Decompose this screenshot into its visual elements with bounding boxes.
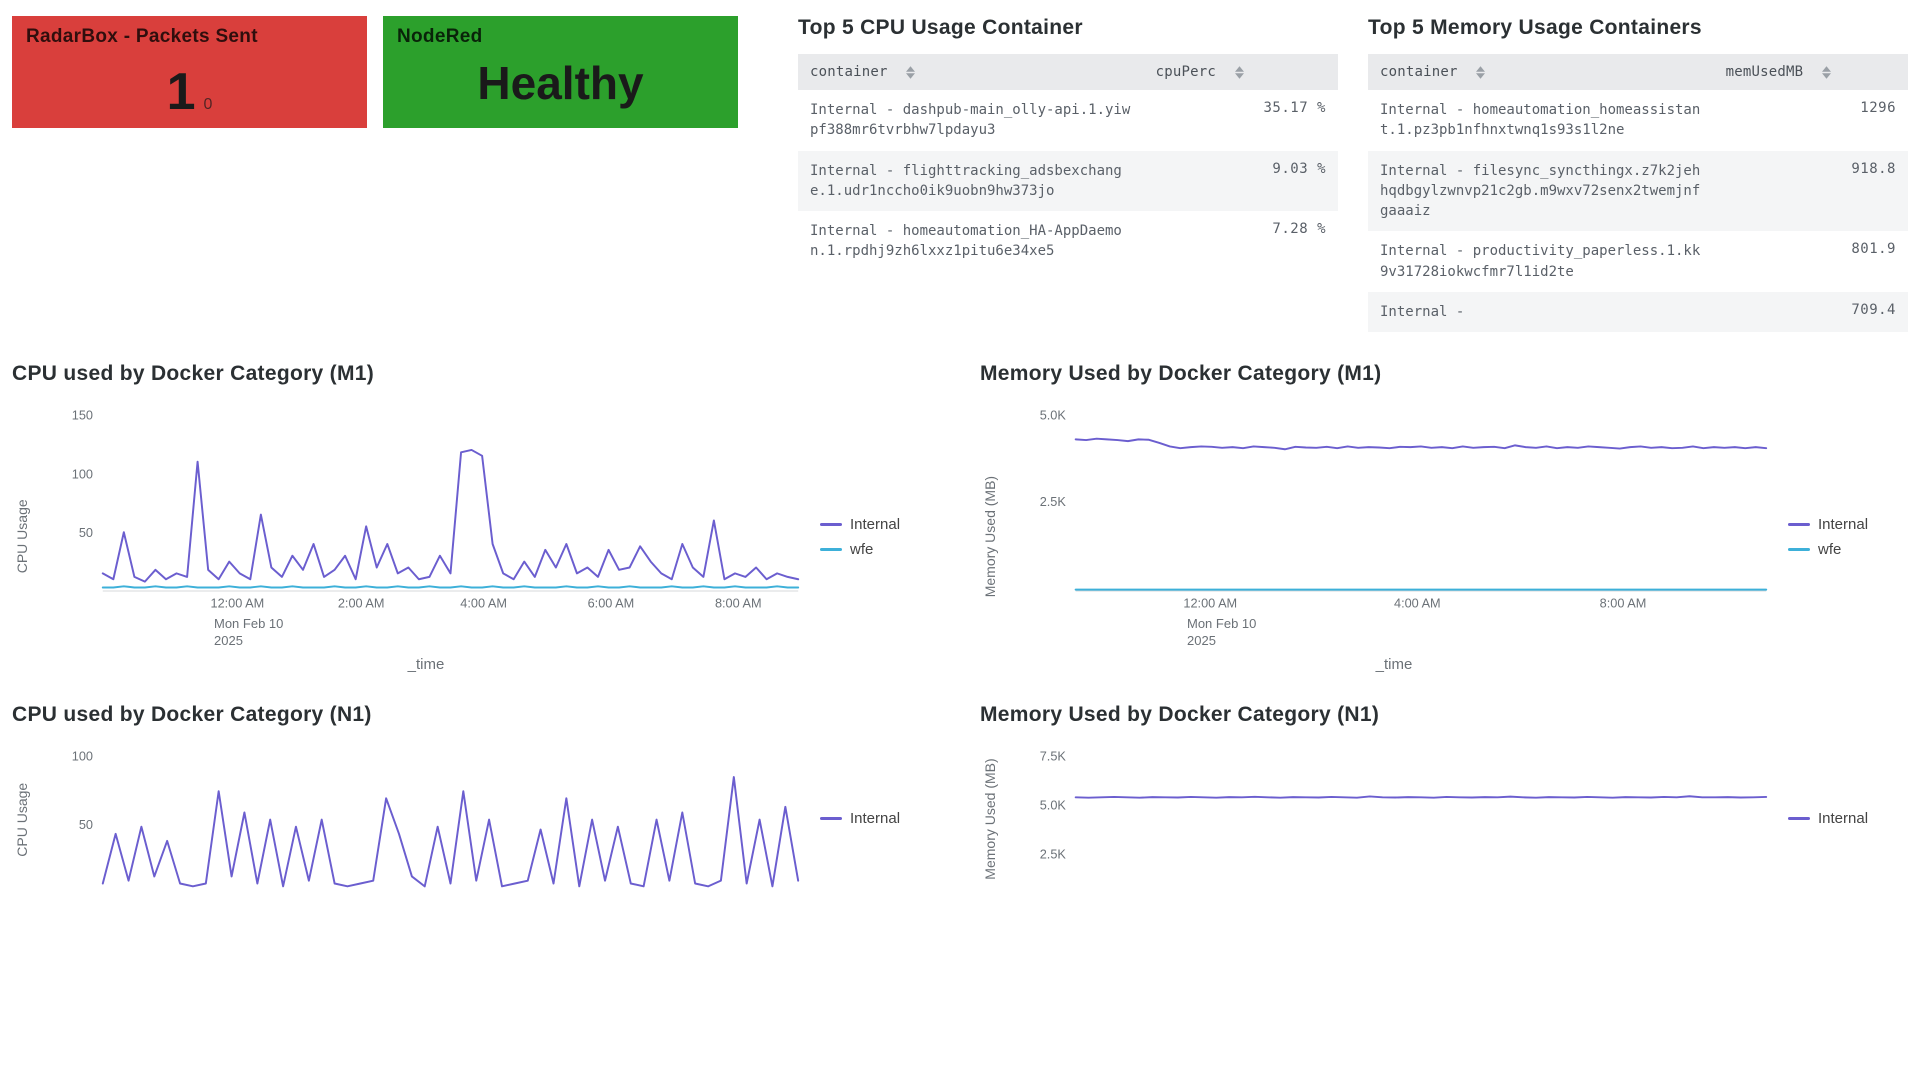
x-tick-date: Mon Feb 10 (214, 616, 808, 633)
mem-n1-chart-panel: Memory Used by Docker Category (N1) Memo… (980, 703, 1908, 898)
chart-legend: Internal wfe (820, 400, 940, 672)
mem-m1-chart-panel: Memory Used by Docker Category (M1) Memo… (980, 362, 1908, 672)
table-row[interactable]: Internal - filesync_syncthingx.z7k2jehhq… (1368, 151, 1908, 232)
svg-text:2.5K: 2.5K (1040, 494, 1067, 509)
table-row[interactable]: Internal -709.4 (1368, 292, 1908, 332)
table-row[interactable]: Internal - homeautomation_homeassistant.… (1368, 90, 1908, 151)
svg-text:50: 50 (79, 526, 93, 541)
tile-value: 1 (167, 66, 196, 118)
cpu-m1-chart-panel: CPU used by Docker Category (M1) CPU Usa… (12, 362, 940, 672)
svg-text:100: 100 (72, 748, 93, 763)
svg-text:12:00 AM: 12:00 AM (211, 596, 265, 611)
metric-cell: 7.28 % (1144, 211, 1338, 272)
chart-legend: Internal (820, 741, 940, 898)
container-cell: Internal - flighttracking_adsbexchange.1… (798, 151, 1144, 212)
column-header-container[interactable]: container (1368, 54, 1714, 90)
chart-legend: Internal wfe (1788, 400, 1908, 672)
column-header-cpuperc[interactable]: cpuPerc (1144, 54, 1338, 90)
table-row[interactable]: Internal - dashpub-main_olly-api.1.yiwpf… (798, 90, 1338, 151)
x-tick-year: 2025 (1187, 633, 1776, 650)
x-tick-year: 2025 (214, 633, 808, 650)
svg-text:5.0K: 5.0K (1040, 797, 1067, 812)
panel-title: Memory Used by Docker Category (M1) (980, 362, 1908, 386)
metric-cell: 801.9 (1714, 231, 1908, 292)
radarbox-packets-tile: RadarBox - Packets Sent 1 0 (12, 16, 367, 128)
top-mem-table-panel: Top 5 Memory Usage Containers container (1368, 16, 1908, 332)
y-axis-label: Memory Used (MB) (980, 741, 1000, 898)
sort-icon[interactable] (1822, 66, 1831, 79)
y-axis-label: CPU Usage (12, 400, 32, 672)
table-row[interactable]: Internal - flighttracking_adsbexchange.1… (798, 151, 1338, 212)
tile-title: RadarBox - Packets Sent (26, 26, 353, 48)
metric-cell: 9.03 % (1144, 151, 1338, 212)
x-tick-date: Mon Feb 10 (1187, 616, 1776, 633)
tile-subvalue: 0 (204, 96, 213, 118)
sort-icon[interactable] (1235, 66, 1244, 79)
mem-m1-chart[interactable]: 5.0K 2.5K 12:00 AM 4:00 AM 8:00 AM (1012, 400, 1776, 615)
legend-item[interactable]: Internal (820, 516, 940, 533)
container-cell: Internal - (1368, 292, 1714, 332)
series-internal (1076, 439, 1767, 450)
metric-cell: 35.17 % (1144, 90, 1338, 151)
cpu-m1-chart[interactable]: 150 100 50 12:00 AM 2:00 AM 4:00 AM 6:00… (44, 400, 808, 615)
svg-text:100: 100 (72, 467, 93, 482)
tile-title: NodeRed (397, 26, 724, 48)
metric-cell: 1296 (1714, 90, 1908, 151)
container-cell: Internal - dashpub-main_olly-api.1.yiwpf… (798, 90, 1144, 151)
chart-legend: Internal (1788, 741, 1908, 898)
table-row[interactable]: Internal - homeautomation_HA-AppDaemon.1… (798, 211, 1338, 272)
panel-title: Top 5 CPU Usage Container (798, 16, 1338, 40)
series-internal (103, 777, 798, 886)
svg-text:6:00 AM: 6:00 AM (588, 596, 635, 611)
legend-item[interactable]: Internal (1788, 810, 1908, 827)
y-axis-label: Memory Used (MB) (980, 400, 1000, 672)
svg-text:5.0K: 5.0K (1040, 408, 1067, 423)
column-header-memused[interactable]: memUsedMB (1714, 54, 1908, 90)
series-internal (103, 450, 798, 582)
series-wfe (103, 587, 798, 588)
svg-text:4:00 AM: 4:00 AM (1394, 596, 1441, 611)
panel-title: Memory Used by Docker Category (N1) (980, 703, 1908, 727)
sort-icon[interactable] (906, 66, 915, 79)
svg-text:7.5K: 7.5K (1040, 748, 1067, 763)
mem-n1-chart[interactable]: 7.5K 5.0K 2.5K (1012, 741, 1776, 898)
series-internal (1076, 796, 1766, 797)
svg-text:8:00 AM: 8:00 AM (715, 596, 762, 611)
container-cell: Internal - filesync_syncthingx.z7k2jehhq… (1368, 151, 1714, 232)
nodered-status-tile: NodeRed Healthy (383, 16, 738, 128)
panel-title: CPU used by Docker Category (M1) (12, 362, 940, 386)
svg-text:12:00 AM: 12:00 AM (1183, 596, 1237, 611)
table-row[interactable]: Internal - productivity_paperless.1.kk9v… (1368, 231, 1908, 292)
svg-text:2:00 AM: 2:00 AM (338, 596, 385, 611)
svg-text:4:00 AM: 4:00 AM (460, 596, 507, 611)
container-cell: Internal - productivity_paperless.1.kk9v… (1368, 231, 1714, 292)
legend-item[interactable]: wfe (820, 541, 940, 558)
container-cell: Internal - homeautomation_HA-AppDaemon.1… (798, 211, 1144, 272)
panel-title: CPU used by Docker Category (N1) (12, 703, 940, 727)
tile-status: Healthy (397, 48, 724, 118)
container-cell: Internal - homeautomation_homeassistant.… (1368, 90, 1714, 151)
svg-text:8:00 AM: 8:00 AM (1600, 596, 1647, 611)
svg-text:50: 50 (79, 817, 93, 832)
cpu-n1-chart-panel: CPU used by Docker Category (N1) CPU Usa… (12, 703, 940, 898)
column-header-container[interactable]: container (798, 54, 1144, 90)
svg-text:150: 150 (72, 408, 93, 423)
cpu-n1-chart[interactable]: 100 50 (44, 741, 808, 898)
x-axis-label: _time (44, 656, 808, 673)
legend-item[interactable]: Internal (1788, 516, 1908, 533)
sort-icon[interactable] (1476, 66, 1485, 79)
legend-item[interactable]: wfe (1788, 541, 1908, 558)
metric-cell: 918.8 (1714, 151, 1908, 232)
metric-cell: 709.4 (1714, 292, 1908, 332)
y-axis-label: CPU Usage (12, 741, 32, 898)
x-axis-label: _time (1012, 656, 1776, 673)
svg-text:2.5K: 2.5K (1040, 846, 1067, 861)
top-cpu-table-panel: Top 5 CPU Usage Container container (798, 16, 1338, 332)
panel-title: Top 5 Memory Usage Containers (1368, 16, 1908, 40)
legend-item[interactable]: Internal (820, 810, 940, 827)
